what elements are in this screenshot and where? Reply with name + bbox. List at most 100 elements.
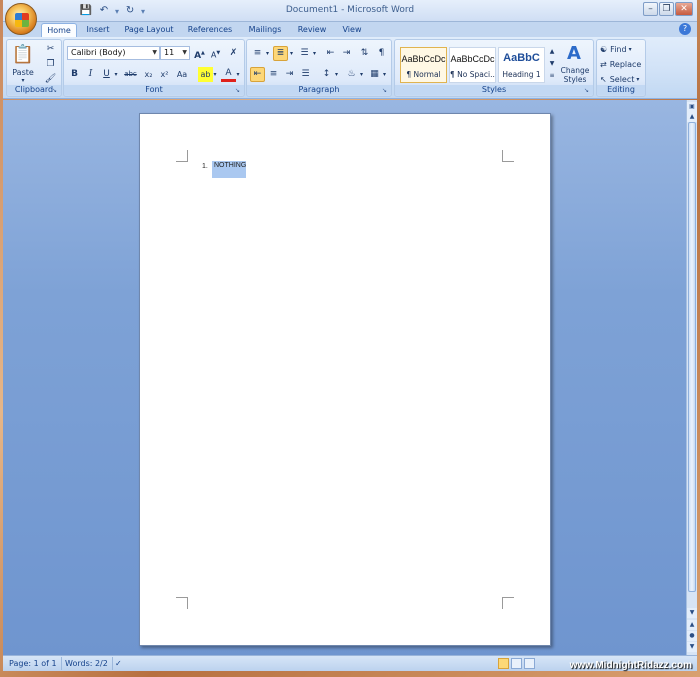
font-color-dropdown-icon[interactable]: ▾ [234,67,242,82]
word-count[interactable]: Words: 2/2 [61,657,113,670]
font-size-combo[interactable]: 11 ▼ [160,46,190,60]
paste-dropdown-icon[interactable]: ▾ [19,77,27,84]
shading-dropdown-icon[interactable]: ▾ [358,67,365,82]
copy-icon[interactable]: ❐ [43,57,58,72]
vertical-scrollbar[interactable]: ▣ ▲ ▼ ▲ ● ▼ [686,100,697,655]
cut-icon[interactable]: ✂ [43,42,58,57]
underline-dropdown-icon[interactable]: ▾ [112,67,120,82]
select-browse-object-icon[interactable]: ● [687,631,697,641]
styles-launcher-icon[interactable]: ↘ [584,87,591,94]
title-bar: 💾 ↶ ▾ ↻ ▾ Document1 - Microsoft Word – ❐… [3,0,697,22]
decrease-indent-icon[interactable]: ⇤ [323,46,338,61]
highlight-dropdown-icon[interactable]: ▾ [211,67,219,82]
change-styles-button[interactable]: Change Styles [557,65,593,85]
tab-view[interactable]: View [337,23,367,37]
select-cursor-icon: ↖ [600,74,607,84]
style-no-spacing[interactable]: AaBbCcDc ¶ No Spaci... [449,47,496,83]
paste-button[interactable]: Paste [9,67,37,77]
previous-page-icon[interactable]: ▲ [687,620,697,630]
justify-icon[interactable]: ☰ [298,67,313,82]
web-layout-view-icon[interactable] [524,658,535,669]
grow-font-icon[interactable]: A▲ [192,46,207,61]
replace-label: Replace [609,59,642,69]
shrink-font-icon[interactable]: A▼ [208,46,223,61]
tab-references[interactable]: References [185,23,235,37]
paste-icon[interactable]: 📋 [12,43,34,65]
style-heading-1[interactable]: AaBbC Heading 1 [498,47,545,83]
font-launcher-icon[interactable]: ↘ [235,87,242,94]
scroll-down-icon[interactable]: ▼ [687,608,697,618]
select-button[interactable]: ↖ Select ▾ [600,73,644,85]
crop-mark [176,597,188,609]
change-styles-icon[interactable]: A [563,42,585,64]
scroll-thumb[interactable] [688,122,696,592]
font-name-combo[interactable]: Calibri (Body) ▼ [67,46,160,60]
tab-page-layout[interactable]: Page Layout [121,23,177,37]
tab-review[interactable]: Review [293,23,331,37]
ruler-toggle-icon[interactable]: ▣ [687,102,697,112]
bullets-dropdown-icon[interactable]: ▾ [264,46,271,61]
align-right-icon[interactable]: ⇥ [282,67,297,82]
document-page[interactable]: 1. NOTHING [139,113,551,646]
align-center-icon[interactable]: ≡ [266,67,281,82]
multilevel-dropdown-icon[interactable]: ▾ [311,46,318,61]
chevron-down-icon: ▼ [152,49,157,56]
next-page-icon[interactable]: ▼ [687,642,697,652]
shading-icon[interactable]: ♨ [344,67,359,82]
replace-icon: ⇄ [600,59,607,69]
strikethrough-button[interactable]: abc [122,67,139,82]
line-spacing-dropdown-icon[interactable]: ▾ [333,67,340,82]
style-sample: AaBbCcDc [401,54,446,64]
align-left-icon[interactable]: ⇤ [250,67,265,82]
scroll-up-icon[interactable]: ▲ [687,112,697,122]
subscript-button[interactable]: x₂ [141,67,156,82]
line-spacing-icon[interactable]: ↕ [319,67,334,82]
help-icon[interactable]: ? [679,23,691,35]
page-count[interactable]: Page: 1 of 1 [5,657,62,670]
ribbon: 📋 Paste ▾ ✂ ❐ 🖌 Clipboard ↘ Calibri (Bod… [3,37,697,99]
numbering-icon[interactable]: ≣ [273,46,288,61]
find-button[interactable]: ☯ Find ▾ [600,43,644,55]
select-label: Select [609,74,635,84]
tab-mailings[interactable]: Mailings [243,23,287,37]
clear-formatting-icon[interactable]: ✗ [226,46,241,61]
paragraph-launcher-icon[interactable]: ↘ [382,87,389,94]
paragraph-group-label: Paragraph [247,85,391,95]
font-size-value: 11 [164,48,175,57]
styles-more-icon[interactable]: ≡ [547,70,557,82]
numbering-dropdown-icon[interactable]: ▾ [288,46,295,61]
style-sample: AaBbC [503,52,540,64]
minimize-button[interactable]: – [643,2,658,16]
office-logo-icon [15,13,29,27]
full-screen-reading-view-icon[interactable] [511,658,522,669]
replace-button[interactable]: ⇄ Replace [600,58,644,70]
tab-insert[interactable]: Insert [81,23,115,37]
borders-dropdown-icon[interactable]: ▾ [381,67,388,82]
close-button[interactable]: ✕ [675,2,693,16]
restore-button[interactable]: ❐ [659,2,674,16]
word-window: 💾 ↶ ▾ ↻ ▾ Document1 - Microsoft Word – ❐… [3,0,697,677]
styles-scroll-down-icon[interactable]: ▼ [547,58,557,70]
change-case-button[interactable]: Aa [173,67,191,82]
italic-button[interactable]: I [83,67,98,82]
sort-icon[interactable]: ⇅ [357,46,372,61]
selected-list-text[interactable]: NOTHING [212,161,246,178]
clipboard-launcher-icon[interactable]: ↘ [52,87,59,94]
bullets-icon[interactable]: ≡ [250,46,265,61]
tab-home[interactable]: Home [41,23,77,37]
crop-mark [502,597,514,609]
show-formatting-icon[interactable]: ¶ [374,46,389,61]
superscript-button[interactable]: x² [157,67,172,82]
increase-indent-icon[interactable]: ⇥ [339,46,354,61]
bold-button[interactable]: B [67,67,82,82]
document-area[interactable]: 1. NOTHING [3,100,686,655]
chevron-down-icon: ▼ [182,49,187,56]
print-layout-view-icon[interactable] [498,658,509,669]
office-button[interactable] [5,3,37,35]
styles-scroll-up-icon[interactable]: ▲ [547,46,557,58]
borders-icon[interactable]: ▦ [367,67,382,82]
proofing-icon[interactable]: ✓ [111,657,126,670]
style-normal[interactable]: AaBbCcDc ¶ Normal [400,47,447,83]
style-name: ¶ Normal [406,70,441,79]
multilevel-list-icon[interactable]: ☰ [297,46,312,61]
